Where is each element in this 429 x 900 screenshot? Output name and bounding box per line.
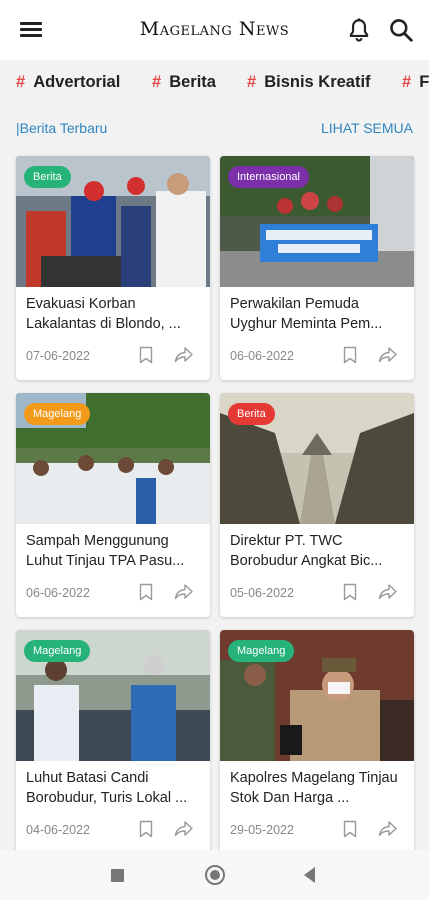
article-title: Evakuasi Korban Lakalantas di Blondo, ..… (26, 296, 181, 332)
bookmark-icon[interactable] (342, 583, 358, 601)
bookmark-icon[interactable] (138, 583, 154, 601)
see-all-link[interactable]: LIHAT SEMUA (321, 120, 413, 136)
article-card[interactable]: Magelang Luhut Batasi Candi Borobudur, T… (16, 630, 210, 854)
category-label: F (419, 73, 429, 91)
bookmark-icon[interactable] (342, 346, 358, 364)
article-card[interactable]: Magelang Sampah Menggunung Luhut Tinjau … (16, 393, 210, 617)
search-icon[interactable] (388, 17, 414, 43)
recent-apps-icon[interactable] (111, 869, 124, 882)
bookmark-icon[interactable] (342, 820, 358, 838)
bookmark-icon[interactable] (138, 346, 154, 364)
article-date: 05-06-2022 (230, 586, 294, 600)
notification-bell-icon[interactable] (346, 17, 372, 43)
share-icon[interactable] (378, 346, 398, 364)
article-date: 06-06-2022 (230, 349, 294, 363)
article-date: 29-05-2022 (230, 823, 294, 837)
category-badge: Berita (228, 403, 275, 425)
category-label: Bisnis Kreatif (264, 73, 371, 91)
article-card[interactable]: Internasional Perwakilan Pemuda Uyghur M… (220, 156, 414, 380)
share-icon[interactable] (174, 346, 194, 364)
category-badge: Magelang (24, 640, 91, 662)
bookmark-icon[interactable] (138, 820, 154, 838)
category-badge: Magelang (228, 640, 295, 662)
share-icon[interactable] (174, 820, 194, 838)
category-berita[interactable]: # Berita (152, 73, 216, 92)
article-date: 06-06-2022 (26, 586, 90, 600)
category-badge: Magelang (24, 403, 91, 425)
category-badge: Internasional (228, 166, 309, 188)
section-title: |Berita Terbaru (16, 120, 108, 136)
back-icon[interactable] (304, 867, 315, 883)
category-badge: Berita (24, 166, 71, 188)
article-title: Sampah Menggunung Luhut Tinjau TPA Pasu.… (26, 533, 185, 569)
article-card[interactable]: Berita Direktur PT. TWC Borobudur Angkat… (220, 393, 414, 617)
share-icon[interactable] (378, 820, 398, 838)
share-icon[interactable] (174, 583, 194, 601)
article-date: 04-06-2022 (26, 823, 90, 837)
article-date: 07-06-2022 (26, 349, 90, 363)
home-icon[interactable] (205, 865, 225, 885)
article-title: Perwakilan Pemuda Uyghur Meminta Pem... (230, 296, 383, 332)
article-title: Luhut Batasi Candi Borobudur, Turis Loka… (26, 770, 188, 806)
category-label: Berita (169, 73, 216, 91)
article-card[interactable]: Magelang Kapolres Magelang Tinjau Stok D… (220, 630, 414, 854)
system-nav-bar (0, 850, 429, 900)
category-bisnis-kreatif[interactable]: # Bisnis Kreatif (247, 73, 371, 92)
article-title: Kapolres Magelang Tinjau Stok Dan Harga … (230, 770, 398, 806)
category-label: Advertorial (33, 73, 121, 91)
article-card[interactable]: Berita Evakuasi Korban Lakalantas di Blo… (16, 156, 210, 380)
category-advertorial[interactable]: # Advertorial (16, 73, 120, 92)
app-bar: Magelang News (0, 0, 429, 60)
category-f[interactable]: # F (402, 73, 429, 92)
category-bar: # Advertorial # Berita # Bisnis Kreatif # F (0, 60, 429, 106)
share-icon[interactable] (378, 583, 398, 601)
article-title: Direktur PT. TWC Borobudur Angkat Bic... (230, 533, 383, 569)
